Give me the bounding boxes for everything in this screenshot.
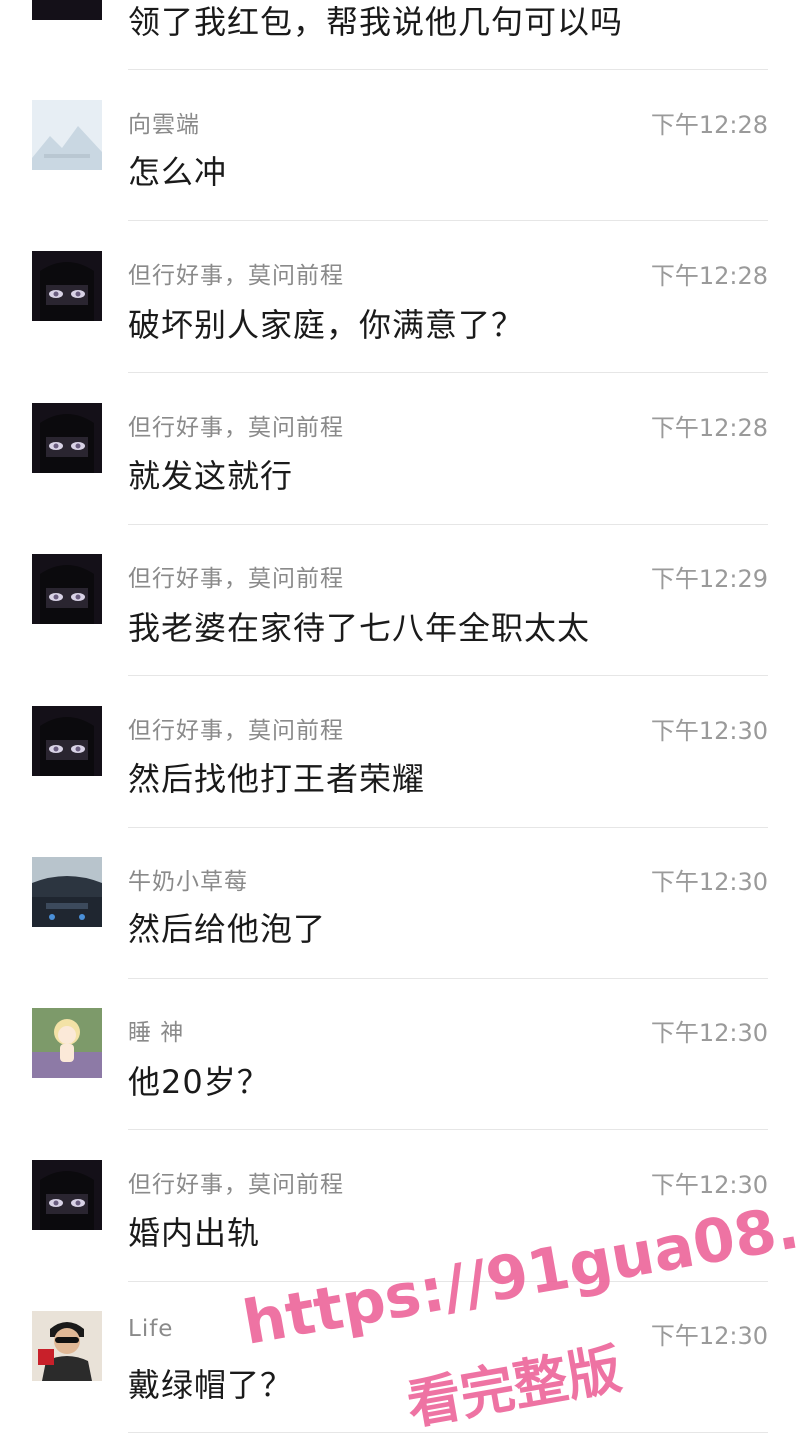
anime-girl-avatar[interactable]	[32, 0, 102, 20]
anime-girl-avatar[interactable]	[32, 403, 102, 473]
message-text: 就发这就行	[128, 457, 294, 495]
timestamp: 下午12:30	[650, 1322, 768, 1350]
sender-name: 向雲端	[128, 112, 200, 138]
sender-name: 牛奶小草莓	[128, 869, 248, 895]
sender-name: Life	[128, 1316, 174, 1342]
divider	[128, 1432, 768, 1433]
man-with-sunglasses-avatar[interactable]	[32, 1311, 102, 1381]
message-text: 然后给他泡了	[128, 910, 327, 948]
timestamp: 下午12:29	[650, 565, 768, 593]
list-item[interactable]: 但行好事，莫问前程 下午12:28 就发这就行	[0, 372, 800, 525]
list-item[interactable]: 但行好事，莫问前程 下午12:30 然后找他打王者荣耀	[0, 675, 800, 828]
list-item[interactable]: 领了我红包，帮我说他几句可以吗	[0, 0, 800, 71]
timestamp: 下午12:30	[650, 1019, 768, 1047]
message-text: 婚内出轨	[128, 1214, 261, 1252]
anime-girl-avatar[interactable]	[32, 554, 102, 624]
timestamp: 下午12:30	[650, 717, 768, 745]
timestamp: 下午12:28	[650, 262, 768, 290]
car-interior-avatar[interactable]	[32, 857, 102, 927]
sender-name: 但行好事，莫问前程	[128, 263, 344, 289]
timestamp: 下午12:30	[650, 1171, 768, 1199]
sender-name: 但行好事，莫问前程	[128, 1172, 344, 1198]
list-item[interactable]: 牛奶小草莓 下午12:30 然后给他泡了	[0, 827, 800, 979]
sender-name: 睡 神	[128, 1020, 185, 1046]
message-text: 我老婆在家待了七八年全职太太	[128, 609, 591, 647]
timestamp: 下午12:28	[650, 111, 768, 139]
anime-girl-avatar[interactable]	[32, 1160, 102, 1230]
list-item[interactable]: 睡 神 下午12:30 他20岁？	[0, 978, 800, 1130]
list-item[interactable]: 但行好事，莫问前程 下午12:28 破坏别人家庭，你满意了？	[0, 221, 800, 373]
message-text: 破坏别人家庭，你满意了？	[128, 306, 525, 344]
sender-name: 但行好事，莫问前程	[128, 566, 344, 592]
list-item[interactable]: 但行好事，莫问前程 下午12:29 我老婆在家待了七八年全职太太	[0, 524, 800, 676]
message-text: 领了我红包，帮我说他几句可以吗	[128, 3, 624, 41]
message-text: 怎么冲	[128, 153, 228, 191]
timestamp: 下午12:28	[650, 414, 768, 442]
cartoon-child-avatar[interactable]	[32, 1008, 102, 1078]
list-item[interactable]: 但行好事，莫问前程 下午12:30 婚内出轨	[0, 1129, 800, 1282]
list-item[interactable]: 向雲端 下午12:28 怎么冲	[0, 70, 800, 221]
sender-name: 但行好事，莫问前程	[128, 718, 344, 744]
message-text: 他20岁？	[128, 1063, 270, 1101]
anime-girl-avatar[interactable]	[32, 706, 102, 776]
message-text: 然后找他打王者荣耀	[128, 760, 426, 798]
timestamp: 下午12:30	[650, 868, 768, 896]
sender-name: 但行好事，莫问前程	[128, 415, 344, 441]
anime-girl-avatar[interactable]	[32, 251, 102, 321]
message-text: 戴绿帽了？	[128, 1366, 294, 1404]
landscape-placeholder-avatar[interactable]	[32, 100, 102, 170]
list-item[interactable]: Life 下午12:30 戴绿帽了？	[0, 1281, 800, 1433]
chat-message-list: 领了我红包，帮我说他几句可以吗 向雲端 下午12:28 怎么冲 但行好事，莫问前…	[0, 0, 800, 1442]
